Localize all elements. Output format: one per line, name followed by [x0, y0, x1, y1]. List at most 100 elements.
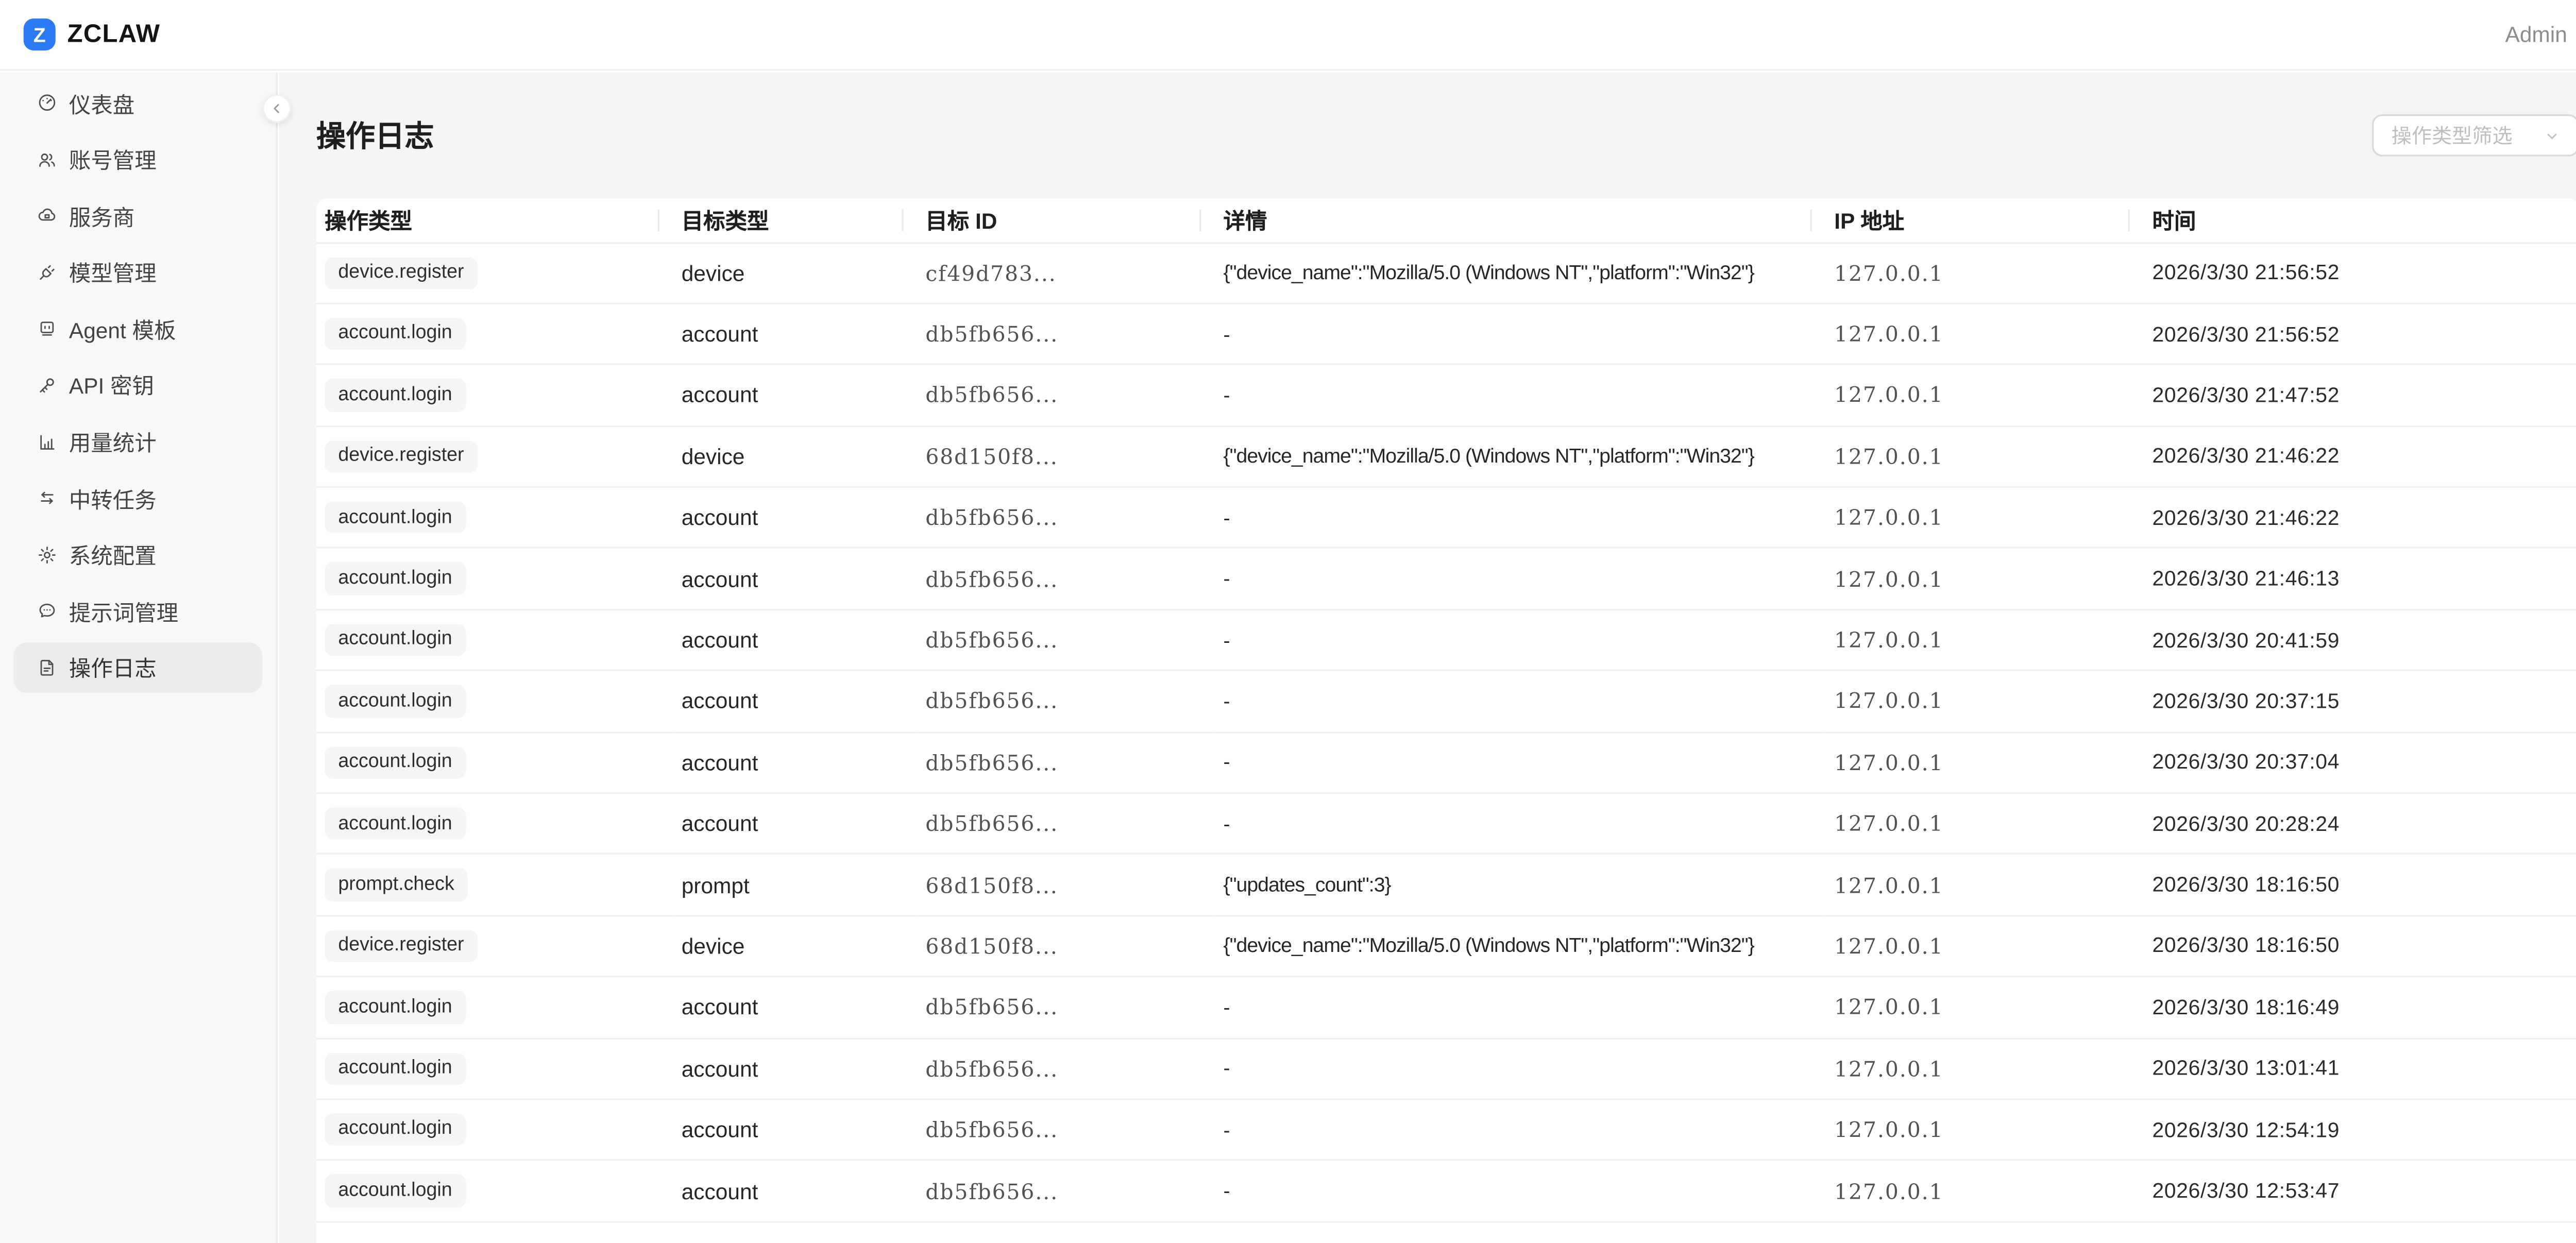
- cell-detail: {"updates_count":3}: [1215, 854, 1826, 915]
- operation-tag: account.login: [325, 563, 466, 595]
- cell-ip: 127.0.0.1: [1826, 609, 2144, 671]
- cell-target-id: db5fb656...: [917, 1038, 1215, 1099]
- cell-detail: -: [1215, 365, 1826, 426]
- app: Z ZCLAW Admin 仪表盘账号管理服务商模型管理 Agent 模板 API …: [0, 0, 2576, 1243]
- sidebar-item-robot[interactable]: Agent 模板: [13, 303, 262, 354]
- column-header: 目标 ID: [917, 198, 1215, 242]
- cell-operation: account.login: [316, 671, 673, 732]
- gear-icon: [37, 544, 57, 565]
- cell-ip: 127.0.0.1: [1826, 977, 2144, 1038]
- cell-target-type: account: [673, 732, 917, 793]
- robot-icon: [37, 318, 57, 338]
- cell-target-id: db5fb656...: [917, 977, 1215, 1038]
- operation-tag: account.login: [325, 501, 466, 534]
- user-menu[interactable]: Admin: [2505, 22, 2567, 47]
- cell-operation: device.register: [316, 242, 673, 303]
- column-header: 操作类型: [316, 198, 673, 242]
- cell-target-type: device: [673, 915, 917, 977]
- sidebar-item-label: Agent 模板: [69, 313, 176, 345]
- sidebar-item-bar-chart[interactable]: 用量统计: [13, 416, 262, 467]
- brand-logo-icon: Z: [24, 19, 56, 50]
- cell-ip: 127.0.0.1: [1826, 548, 2144, 609]
- cell-target-type: account: [673, 977, 917, 1038]
- cell-ip: 127.0.0.1: [1826, 671, 2144, 732]
- cell-target-id: 68d150f8...: [917, 426, 1215, 487]
- document-icon: [37, 658, 57, 678]
- cell-target-id: db5fb656...: [917, 671, 1215, 732]
- cell-operation: account.login: [316, 1038, 673, 1099]
- sidebar-item-plug[interactable]: 模型管理: [13, 247, 262, 297]
- cell-target-type: account: [673, 303, 917, 365]
- cell-target-type: account: [673, 1099, 917, 1161]
- cell-ip: 127.0.0.1: [1826, 1161, 2144, 1222]
- filter-placeholder: 操作类型筛选: [2392, 121, 2513, 150]
- sidebar-item-label: API 密钥: [69, 369, 154, 401]
- logs-table-card: 操作类型目标类型目标 ID详情IP 地址时间 device.registerde…: [316, 198, 2576, 1243]
- brand-name: ZCLAW: [67, 20, 161, 49]
- cell-target-type: account: [673, 1161, 917, 1222]
- table-row: prompt.checkprompt68d150f8...{"updates_c…: [316, 854, 2576, 915]
- cell-detail: {"device_name":"Mozilla/5.0 (Windows NT"…: [1215, 915, 1826, 977]
- cell-detail: -: [1215, 793, 1826, 855]
- cell-target-type: account: [673, 487, 917, 549]
- cell-time: 2026/3/30 21:56:52: [2144, 242, 2576, 303]
- cell-ip: 127.0.0.1: [1826, 242, 2144, 303]
- operation-tag: account.login: [325, 379, 466, 412]
- cell-time: 2026/3/30 12:53:47: [2144, 1161, 2576, 1222]
- sidebar-item-chat[interactable]: 提示词管理: [13, 586, 262, 636]
- transfer-icon: [37, 488, 57, 508]
- cell-time: 2026/3/30 21:46:22: [2144, 426, 2576, 487]
- top-header: Z ZCLAW Admin: [0, 0, 2576, 71]
- cell-operation: device.register: [316, 426, 673, 487]
- operation-tag: account.login: [325, 1114, 466, 1146]
- sidebar-item-document[interactable]: 操作日志: [13, 642, 262, 693]
- cell-operation: account.login: [316, 365, 673, 426]
- operation-tag: account.login: [325, 624, 466, 656]
- cell-target-type: account: [673, 365, 917, 426]
- operation-type-filter[interactable]: 操作类型筛选: [2371, 115, 2576, 156]
- cell-target-id: cf49d783...: [917, 242, 1215, 303]
- cell-target-id: db5fb656...: [917, 303, 1215, 365]
- operation-tag: device.register: [325, 930, 477, 962]
- cell-detail: -: [1215, 487, 1826, 549]
- plug-icon: [37, 262, 57, 282]
- sidebar-item-dashboard[interactable]: 仪表盘: [13, 77, 262, 128]
- chevron-left-icon: [269, 101, 284, 116]
- cell-target-type: account: [673, 609, 917, 671]
- cell-operation: account.login: [316, 732, 673, 793]
- cell-ip: 127.0.0.1: [1826, 426, 2144, 487]
- cell-operation: account.login: [316, 793, 673, 855]
- cell-ip: 127.0.0.1: [1826, 1038, 2144, 1099]
- sidebar-item-label: 用量统计: [69, 425, 157, 457]
- sidebar: 仪表盘账号管理服务商模型管理 Agent 模板 API 密钥用量统计中转任务系统配置…: [0, 72, 278, 1243]
- cell-detail: -: [1215, 671, 1826, 732]
- table-row: account.loginaccountdb5fb656...-127.0.0.…: [316, 365, 2576, 426]
- sidebar-item-cloud[interactable]: 服务商: [13, 191, 262, 241]
- cell-detail: -: [1215, 1038, 1826, 1099]
- sidebar-item-label: 中转任务: [69, 482, 157, 514]
- cell-time: 2026/3/30 20:41:59: [2144, 609, 2576, 671]
- cloud-icon: [37, 206, 57, 226]
- cell-target-type: prompt: [673, 854, 917, 915]
- operation-tag: account.login: [325, 807, 466, 840]
- table-row: account.loginaccountdb5fb656...-127.0.0.…: [316, 977, 2576, 1038]
- cell-target-id: db5fb656...: [917, 609, 1215, 671]
- operation-tag: account.login: [325, 685, 466, 718]
- page-title: 操作日志: [316, 114, 434, 157]
- operation-tag: account.login: [325, 1174, 466, 1207]
- cell-detail: -: [1215, 977, 1826, 1038]
- table-row: account.loginaccountdb5fb656...-127.0.0.…: [316, 487, 2576, 549]
- table-row: account.loginaccountdb5fb656...-127.0.0.…: [316, 732, 2576, 793]
- sidebar-item-gear[interactable]: 系统配置: [13, 530, 262, 580]
- cell-time: 2026/3/30 21:46:13: [2144, 548, 2576, 609]
- cell-target-type: account: [673, 548, 917, 609]
- table-row: account.loginaccountdb5fb656...-127.0.0.…: [316, 1038, 2576, 1099]
- sidebar-collapse-button[interactable]: [262, 94, 291, 123]
- cell-time: 2026/3/30 18:16:50: [2144, 854, 2576, 915]
- sidebar-nav: 仪表盘账号管理服务商模型管理 Agent 模板 API 密钥用量统计中转任务系统配置…: [0, 77, 276, 693]
- sidebar-item-transfer[interactable]: 中转任务: [13, 473, 262, 523]
- cell-target-type: account: [673, 671, 917, 732]
- users-icon: [37, 149, 57, 169]
- sidebar-item-key[interactable]: API 密钥: [13, 360, 262, 411]
- sidebar-item-users[interactable]: 账号管理: [13, 134, 262, 184]
